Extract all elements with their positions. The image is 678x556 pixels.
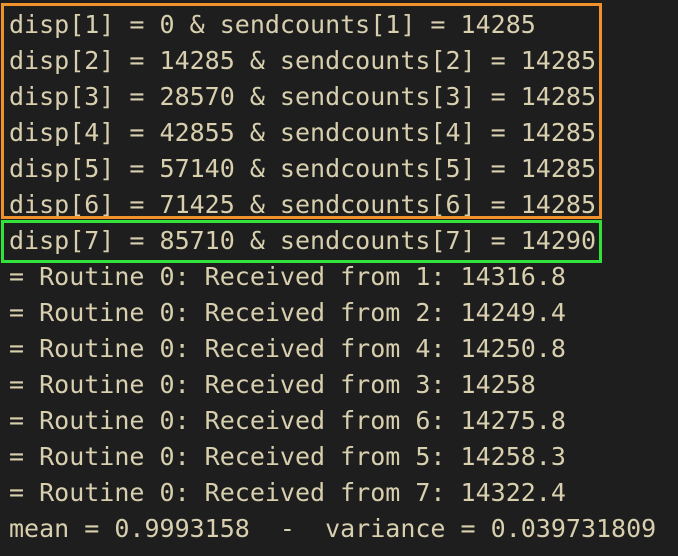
output-line-received-6: = Routine 0: Received from 6: 14275.8: [9, 406, 566, 435]
output-line-received-4: = Routine 0: Received from 4: 14250.8: [9, 334, 566, 363]
output-line-received-7: = Routine 0: Received from 7: 14322.4: [9, 478, 566, 507]
output-line-disp-4: disp[4] = 42855 & sendcounts[4] = 14285: [9, 118, 596, 147]
output-line-received-2: = Routine 0: Received from 2: 14249.4: [9, 298, 566, 327]
output-line-disp-3: disp[3] = 28570 & sendcounts[3] = 14285: [9, 82, 596, 111]
output-line-disp-7: disp[7] = 85710 & sendcounts[7] = 14290: [9, 226, 596, 255]
output-line-disp-6: disp[6] = 71425 & sendcounts[6] = 14285: [9, 190, 596, 219]
output-line-disp-1: disp[1] = 0 & sendcounts[1] = 14285: [9, 10, 536, 39]
output-line-disp-2: disp[2] = 14285 & sendcounts[2] = 14285: [9, 46, 596, 75]
output-line-received-1: = Routine 0: Received from 1: 14316.8: [9, 262, 566, 291]
output-line-disp-5: disp[5] = 57140 & sendcounts[5] = 14285: [9, 154, 596, 183]
output-line-received-3: = Routine 0: Received from 3: 14258: [9, 370, 536, 399]
output-line-received-5: = Routine 0: Received from 5: 14258.3: [9, 442, 566, 471]
output-line-mean-variance: mean = 0.9993158 - variance = 0.03973180…: [9, 514, 657, 543]
terminal-output[interactable]: disp[1] = 0 & sendcounts[1] = 14285 disp…: [0, 0, 678, 556]
